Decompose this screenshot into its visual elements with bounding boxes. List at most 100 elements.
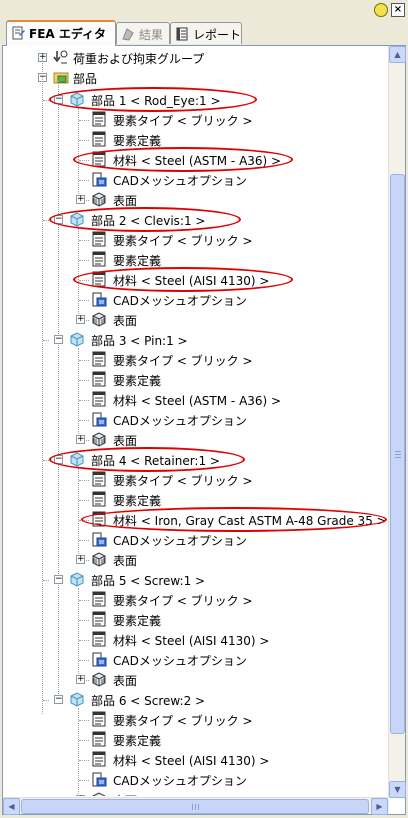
- tree-item-label: 部品 5 < Screw:1 >: [91, 574, 206, 588]
- document-icon: [92, 611, 106, 627]
- expand-icon[interactable]: +: [76, 435, 85, 444]
- tree-item-label: 要素タイプ < ブリック >: [113, 714, 253, 728]
- tab-report[interactable]: レポート: [170, 22, 242, 44]
- tree-item-element-def[interactable]: 要素定義: [3, 370, 383, 390]
- tree-item-element-type[interactable]: 要素タイプ < ブリック >: [3, 110, 383, 130]
- tree-item-label: 部品 4 < Retainer:1 >: [91, 454, 220, 468]
- tree-item-label: 要素定義: [113, 134, 162, 148]
- tree-item-surface[interactable]: + 表面: [3, 670, 383, 690]
- tree-item-part[interactable]: − 部品 6 < Screw:2 >: [3, 690, 383, 710]
- surface-icon: [92, 672, 106, 687]
- tree-item-material[interactable]: 材料 < Iron, Gray Cast ASTM A-48 Grade 35 …: [3, 510, 387, 530]
- tree-item-element-def[interactable]: 要素定義: [3, 610, 383, 630]
- document-icon: [92, 591, 106, 607]
- part-cube-icon: [70, 332, 84, 347]
- collapse-icon[interactable]: −: [54, 695, 63, 704]
- expand-icon[interactable]: +: [76, 555, 85, 564]
- vertical-scrollbar[interactable]: ▲ ▼: [388, 46, 406, 798]
- tree-item-material[interactable]: 材料 < Steel (ASTM - A36) >: [3, 390, 383, 410]
- tree-item-label: CADメッシュオプション: [113, 654, 247, 668]
- tree-item-surface[interactable]: + 表面: [3, 790, 383, 796]
- expand-icon[interactable]: +: [76, 795, 85, 796]
- tree-item-cad-mesh-options[interactable]: CADメッシュオプション: [3, 770, 383, 790]
- document-icon: [92, 371, 106, 387]
- tree-item-cad-mesh-options[interactable]: CADメッシュオプション: [3, 530, 383, 550]
- tree-item-label: 材料 < Steel (AISI 4130) >: [113, 274, 270, 288]
- tree-item-material[interactable]: 材料 < Steel (AISI 4130) >: [3, 270, 383, 290]
- tab-bar: FEA エディタ 結果 レポート: [0, 20, 408, 46]
- tree-item-part[interactable]: − 部品 5 < Screw:1 >: [3, 570, 383, 590]
- scroll-left-button[interactable]: ◀: [3, 798, 20, 815]
- scroll-right-button[interactable]: ▶: [371, 798, 388, 815]
- surface-icon: [92, 552, 106, 567]
- tab-label: レポート: [193, 28, 242, 42]
- pin-icon[interactable]: [374, 3, 388, 17]
- tree-item-label: 表面: [113, 314, 138, 328]
- tree-item-loads-group[interactable]: + 荷重および拘束グループ: [3, 48, 383, 68]
- document-icon: [92, 251, 106, 267]
- collapse-icon[interactable]: −: [54, 95, 63, 104]
- document-icon: [92, 471, 106, 487]
- collapse-icon[interactable]: −: [54, 455, 63, 464]
- tree-item-part[interactable]: − 部品 4 < Retainer:1 >: [3, 450, 383, 470]
- tree-item-surface[interactable]: + 表面: [3, 550, 383, 570]
- tree-item-part[interactable]: − 部品 1 < Rod_Eye:1 >: [3, 90, 383, 110]
- tree-item-material[interactable]: 材料 < Steel (AISI 4130) >: [3, 630, 383, 650]
- tree-item-surface[interactable]: + 表面: [3, 430, 383, 450]
- expand-icon[interactable]: +: [76, 195, 85, 204]
- tree-item-cad-mesh-options[interactable]: CADメッシュオプション: [3, 170, 383, 190]
- tree-item-surface[interactable]: + 表面: [3, 310, 383, 330]
- expand-icon[interactable]: +: [76, 315, 85, 324]
- tree-item-label: 部品 2 < Clevis:1 >: [91, 214, 206, 228]
- tree-item-element-type[interactable]: 要素タイプ < ブリック >: [3, 230, 383, 250]
- tree-item-label: 表面: [113, 194, 138, 208]
- document-icon: [92, 111, 106, 127]
- collapse-icon[interactable]: −: [54, 575, 63, 584]
- tree-item-cad-mesh-options[interactable]: CADメッシュオプション: [3, 650, 383, 670]
- tree-item-label: 要素定義: [113, 374, 162, 388]
- document-icon: [92, 631, 106, 647]
- horizontal-scroll-thumb[interactable]: [21, 799, 369, 814]
- tree-item-part[interactable]: − 部品 3 < Pin:1 >: [3, 330, 383, 350]
- tree-item-cad-mesh-options[interactable]: CADメッシュオプション: [3, 290, 383, 310]
- close-icon[interactable]: ×: [391, 3, 405, 17]
- tree-item-cad-mesh-options[interactable]: CADメッシュオプション: [3, 410, 383, 430]
- tab-results[interactable]: 結果: [116, 22, 170, 44]
- tree-item-label: 表面: [113, 674, 138, 688]
- tree-item-label: 要素タイプ < ブリック >: [113, 354, 253, 368]
- tab-label: 結果: [139, 28, 164, 42]
- tree-item-label: 材料 < Iron, Gray Cast ASTM A-48 Grade 35 …: [113, 514, 387, 528]
- expand-icon[interactable]: +: [76, 675, 85, 684]
- scroll-down-button[interactable]: ▼: [389, 781, 406, 798]
- tree-item-material[interactable]: 材料 < Steel (ASTM - A36) >: [3, 150, 383, 170]
- panel-titlebar: ×: [0, 0, 408, 22]
- tree-panel: + 荷重および拘束グループ − 部品 − 部品 1 < Rod_Eye:1 > 要素…: [2, 45, 406, 815]
- collapse-icon[interactable]: −: [54, 335, 63, 344]
- tree-item-element-def[interactable]: 要素定義: [3, 130, 383, 150]
- tree-item-parts-root[interactable]: − 部品: [3, 68, 383, 88]
- vertical-scroll-thumb[interactable]: [390, 174, 405, 734]
- collapse-icon[interactable]: −: [54, 215, 63, 224]
- tree-item-part[interactable]: − 部品 2 < Clevis:1 >: [3, 210, 383, 230]
- tree-item-element-type[interactable]: 要素タイプ < ブリック >: [3, 590, 383, 610]
- cad-mesh-icon: [92, 412, 107, 427]
- tab-fea-editor[interactable]: FEA エディタ: [6, 20, 116, 46]
- tree-item-element-def[interactable]: 要素定義: [3, 730, 383, 750]
- tree-item-element-def[interactable]: 要素定義: [3, 490, 383, 510]
- surface-icon: [92, 432, 106, 447]
- tree-item-label: 表面: [113, 554, 138, 568]
- tree-item-element-type[interactable]: 要素タイプ < ブリック >: [3, 350, 383, 370]
- tree-item-element-type[interactable]: 要素タイプ < ブリック >: [3, 710, 383, 730]
- tree-item-label: CADメッシュオプション: [113, 174, 247, 188]
- tree-item-label: 部品: [73, 72, 98, 86]
- scroll-up-button[interactable]: ▲: [389, 46, 406, 63]
- cad-mesh-icon: [92, 172, 107, 187]
- tree-item-surface[interactable]: + 表面: [3, 190, 383, 210]
- tree-item-label: 要素定義: [113, 494, 162, 508]
- part-cube-icon: [70, 692, 84, 707]
- tree-item-element-type[interactable]: 要素タイプ < ブリック >: [3, 470, 383, 490]
- horizontal-scrollbar[interactable]: ◀ ▶: [3, 797, 389, 815]
- tree-item-material[interactable]: 材料 < Steel (AISI 4130) >: [3, 750, 383, 770]
- tree-item-element-def[interactable]: 要素定義: [3, 250, 383, 270]
- surface-icon: [92, 192, 106, 207]
